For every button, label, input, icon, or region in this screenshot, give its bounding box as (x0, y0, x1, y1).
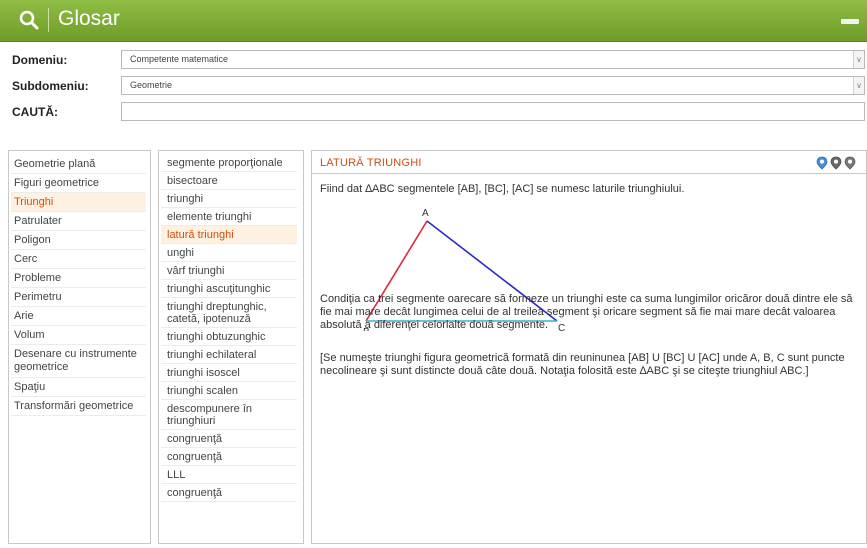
term-definition: Fiind dat ∆ABC segmentele [AB], [BC], [A… (320, 183, 685, 195)
term-paragraph-definitie: [Se numeşte triunghi figura geometrică f… (320, 352, 845, 377)
category-item-volum[interactable]: Volum (11, 326, 146, 345)
category-item-arie[interactable]: Arie (11, 307, 146, 326)
location-pin-icon[interactable] (830, 156, 842, 170)
subcategory-item[interactable]: triunghi ascuţitunghic (161, 280, 297, 298)
subcategory-item[interactable]: descompunere în triunghiuri (161, 400, 297, 430)
category-item-figuri-geometrice[interactable]: Figuri geometrice (11, 174, 146, 193)
subcategory-item[interactable]: elemente triunghi (161, 208, 297, 226)
domeniu-row: Domeniu: Competente matematice ∨ (0, 49, 867, 71)
term-paragraph-conditie: Condiţia ca trei segmente oarecare să fo… (320, 293, 853, 331)
subdomeniu-value: Geometrie (130, 80, 173, 90)
title-separator (48, 8, 49, 32)
subcategory-item[interactable]: bisectoare (161, 172, 297, 190)
location-pin-icon[interactable] (844, 156, 856, 170)
category-item-transformari[interactable]: Transformări geometrice (11, 397, 146, 416)
category-item-probleme[interactable]: Probleme (11, 269, 146, 288)
category-item-geometrie-plana[interactable]: Geometrie plană (11, 155, 146, 174)
search-icon[interactable] (18, 9, 40, 31)
category-item-perimetru[interactable]: Perimetru (11, 288, 146, 307)
subcategory-item[interactable]: triunghi isoscel (161, 364, 297, 382)
subcategory-item[interactable]: congruenţă (161, 430, 297, 448)
term-title: LATURĂ TRIUNGHI (320, 157, 422, 169)
category-item-patrulater[interactable]: Patrulater (11, 212, 146, 231)
app-title: Glosar (58, 7, 120, 30)
minimize-icon[interactable] (841, 19, 859, 24)
category-item-triunghi[interactable]: Triunghi (11, 193, 146, 212)
cauta-label: CAUTĂ: (12, 105, 58, 119)
category-list: Geometrie plană Figuri geometrice Triung… (8, 150, 151, 544)
subcategory-item-selected[interactable]: latură triunghi (161, 226, 297, 244)
subcategory-item[interactable]: LLL (161, 466, 297, 484)
subcategory-item[interactable]: triunghi dreptunghic, catetă, ipotenuză (161, 298, 297, 328)
subcategory-item[interactable]: unghi (161, 244, 297, 262)
chevron-down-icon[interactable]: ∨ (853, 51, 864, 68)
domeniu-select[interactable]: Competente matematice ∨ (121, 50, 865, 69)
vertex-a-label: A (422, 208, 429, 219)
subcategory-item[interactable]: vârf triunghi (161, 262, 297, 280)
category-item-cerc[interactable]: Cerc (11, 250, 146, 269)
subcategory-item[interactable]: triunghi (161, 190, 297, 208)
category-item-poligon[interactable]: Poligon (11, 231, 146, 250)
domeniu-label: Domeniu: (12, 53, 68, 67)
subdomeniu-select[interactable]: Geometrie ∨ (121, 76, 865, 95)
term-content-panel: LATURĂ TRIUNGHI Fiind dat ∆ABC segmentel… (311, 150, 867, 544)
subcategory-item[interactable]: triunghi obtuzunghic (161, 328, 297, 346)
search-input[interactable] (121, 102, 865, 121)
subcategory-item[interactable]: segmente proporţionale (161, 154, 297, 172)
subcategory-list: segmente proporţionale bisectoare triung… (158, 150, 304, 544)
header-divider (312, 173, 866, 174)
chevron-down-icon[interactable]: ∨ (853, 77, 864, 94)
category-item-spatiu[interactable]: Spaţiu (11, 378, 146, 397)
subcategory-item[interactable]: congruenţă (161, 448, 297, 466)
title-bar: Glosar (0, 0, 867, 42)
subcategory-item[interactable]: triunghi echilateral (161, 346, 297, 364)
subdomeniu-label: Subdomeniu: (12, 79, 89, 93)
subcategory-item[interactable]: congruenţă (161, 484, 297, 502)
subdomeniu-row: Subdomeniu: Geometrie ∨ (0, 75, 867, 97)
location-pin-icon[interactable] (816, 156, 828, 170)
term-header: LATURĂ TRIUNGHI (312, 151, 866, 174)
subcategory-item[interactable]: triunghi scalen (161, 382, 297, 400)
cauta-row: CAUTĂ: (0, 101, 867, 123)
category-item-desenare[interactable]: Desenare cu instrumente geometrice (11, 345, 146, 378)
domeniu-value: Competente matematice (130, 54, 229, 64)
